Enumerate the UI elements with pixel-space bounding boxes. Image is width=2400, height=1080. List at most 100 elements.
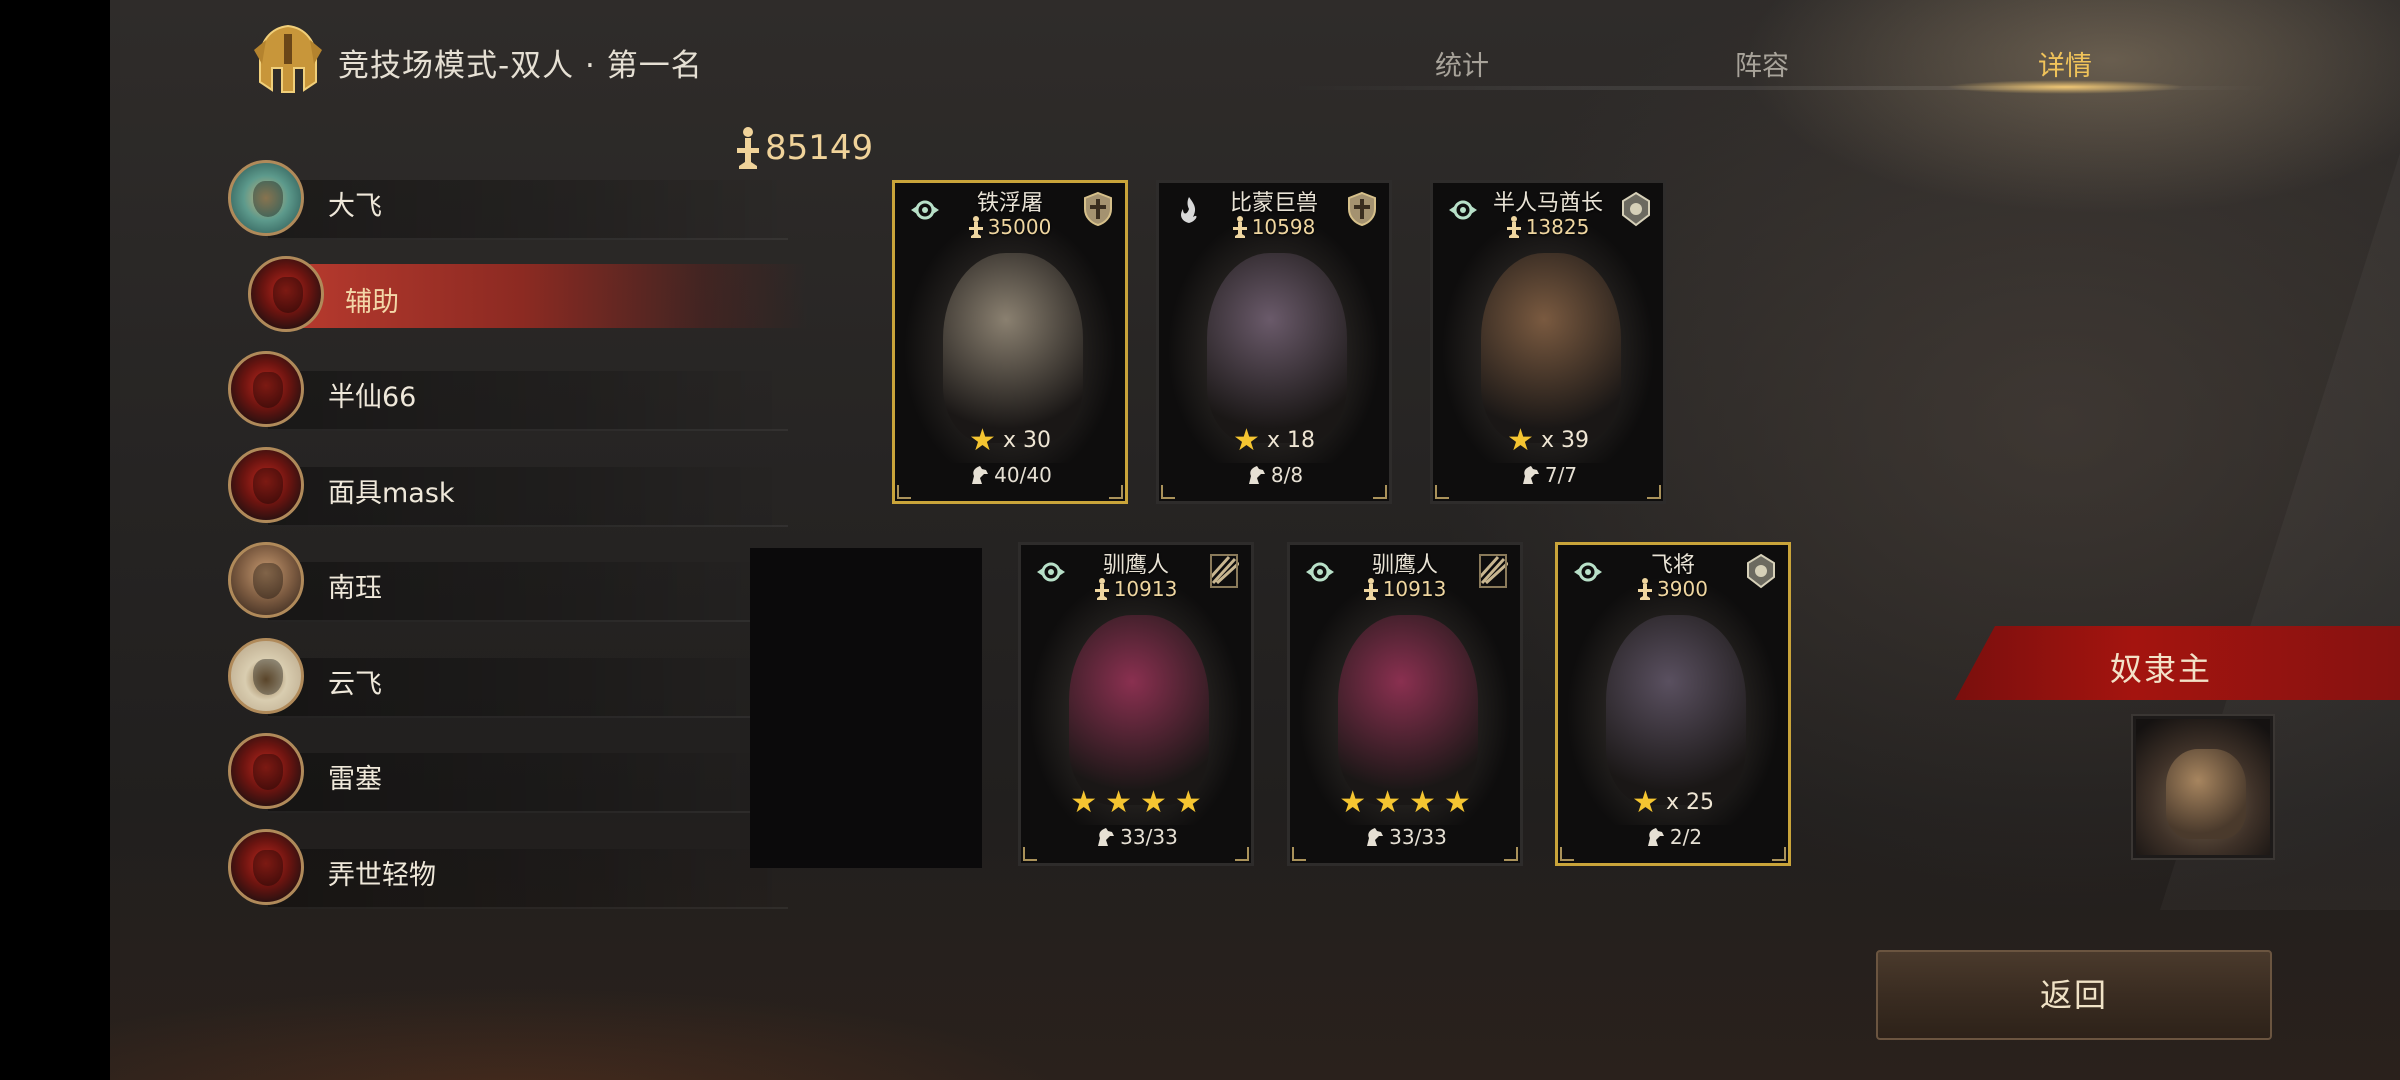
tab-details[interactable]: 详情 [1985,44,2145,83]
unit-power-value: 10913 [1382,577,1447,601]
page-title: 竞技场模式-双人 · 第一名 [338,48,703,84]
unit-name: 半人马酋长 [1492,191,1603,216]
unit-name: 比蒙巨兽 [1229,191,1318,216]
player-row[interactable]: 大飞 [228,160,828,240]
unit-star-count: x 18 [1266,428,1315,453]
card-corner [897,485,911,499]
player-name: 雷塞 [328,764,382,795]
horse-count-icon [1248,466,1265,484]
tab-lineup[interactable]: 阵容 [1682,44,1842,83]
unit-figure [1069,615,1209,805]
unit-power-value: 35000 [987,215,1052,239]
hero-name: 奴隶主 [2110,650,2213,688]
unit-count: 33/33 [1021,825,1251,849]
card-corner [1504,847,1518,861]
power-icon [968,216,983,238]
star-icon: ★ [1339,785,1367,820]
unit-card[interactable]: 驯鹰人 10913 ★ ★ ★ ★ 33/33 [1287,542,1523,866]
card-corner [1235,847,1249,861]
horse-count-icon [1647,828,1664,846]
card-corner [1023,847,1037,861]
player-name: 云飞 [328,668,382,700]
unit-count-value: 2/2 [1669,825,1703,849]
card-corner [1373,485,1387,499]
avatar-face [253,754,283,790]
star-icon: ★ [1105,785,1132,820]
player-avatar [228,542,304,618]
power-icon [1094,578,1109,600]
back-button[interactable]: 返回 [1876,950,2272,1040]
unit-power: 35000 [895,215,1125,239]
unit-power: 10598 [1159,215,1389,239]
unit-stars: ★ ★ ★ ★ [1021,785,1251,820]
player-avatar [228,733,304,809]
unit-star-count: x 25 [1665,790,1714,815]
player-name: 辅助 [345,286,399,318]
player-name: 大飞 [328,191,382,222]
unit-figure [1338,615,1478,805]
unit-card[interactable]: 比蒙巨兽 10598 ★ x 18 8/8 [1156,180,1392,504]
player-row[interactable]: 云飞 [228,637,828,718]
total-power-value: 85149 [765,128,874,168]
player-avatar [228,637,304,714]
unit-star-count: x 30 [1002,428,1051,453]
unit-figure [1207,253,1347,443]
card-corner [1647,485,1661,499]
unit-stars: ★ x 30 [895,423,1125,458]
player-row[interactable]: 弄世轻物 [228,828,828,909]
player-name: 面具mask [328,477,455,509]
unit-card[interactable]: 半人马酋长 13825 ★ x 39 7/7 [1430,180,1666,504]
unit-figure [1606,615,1746,805]
star-icon: ★ [1140,785,1167,820]
unit-stars: ★ x 25 [1558,785,1788,820]
unit-power-value: 13825 [1525,215,1590,239]
unit-card[interactable]: 飞将 3900 ★ x 25 2/2 [1555,542,1791,866]
tab-statistics[interactable]: 统计 [1382,44,1542,83]
avatar-face [253,181,283,217]
star-icon: ★ [1443,785,1471,820]
power-icon [1363,578,1378,600]
unit-count-value: 7/7 [1544,463,1578,487]
player-row[interactable]: 面具mask [228,446,828,527]
unit-power: 10913 [1290,577,1520,601]
unit-card[interactable]: 铁浮屠 35000 ★ x 30 40/40 [892,180,1128,504]
card-corner [1560,847,1574,861]
player-name: 半仙66 [328,382,417,413]
avatar-face [253,658,283,695]
empty-unit-slot[interactable] [750,548,982,868]
power-icon [1638,578,1653,600]
unit-card[interactable]: 驯鹰人 10913 ★ ★ ★ ★ 33/33 [1018,542,1254,866]
star-icon: ★ [969,423,996,458]
unit-count: 2/2 [1558,825,1788,849]
avatar-face [253,563,283,599]
card-corner [1772,847,1786,861]
unit-power-value: 3900 [1657,577,1708,601]
player-row[interactable]: 南珏 [228,542,828,622]
unit-stars: ★ x 39 [1433,423,1663,458]
player-name: 弄世轻物 [328,859,436,891]
player-avatar [228,828,304,905]
unit-stars: ★ ★ ★ ★ [1290,785,1520,820]
player-avatar [228,446,304,523]
player-row[interactable]: 半仙66 [228,351,828,431]
player-row[interactable]: 辅助 [248,255,848,336]
horse-count-icon [972,466,989,484]
unit-name: 驯鹰人 [1371,553,1438,578]
unit-count-value: 33/33 [1389,825,1447,849]
card-corner [1292,847,1306,861]
unit-name: 驯鹰人 [1102,553,1169,578]
horse-count-icon [1367,828,1384,846]
unit-power: 13825 [1433,215,1663,239]
unit-count-value: 40/40 [994,463,1052,487]
player-row[interactable]: 雷塞 [228,733,828,813]
star-icon: ★ [1507,423,1534,458]
player-avatar [228,351,304,427]
unit-power: 10913 [1021,577,1251,601]
unit-name: 铁浮屠 [976,191,1043,216]
slave-master-portrait[interactable] [2133,716,2273,858]
hero-figure [2166,749,2246,839]
unit-count-value: 33/33 [1120,825,1178,849]
card-corner [1109,485,1123,499]
star-icon: ★ [1409,785,1436,820]
unit-power-value: 10913 [1113,577,1178,601]
